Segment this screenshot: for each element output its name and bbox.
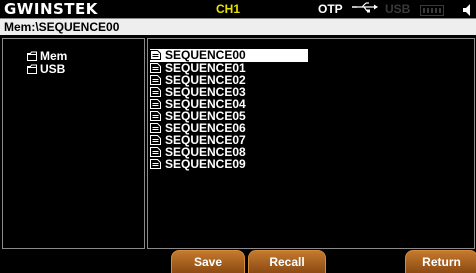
location-tree-panel[interactable]: Mem USB	[2, 38, 145, 249]
file-item-sequence09[interactable]: SEQUENCE09	[150, 158, 308, 171]
folder-icon	[27, 51, 37, 61]
brand-logo: GWINSTEK	[4, 0, 98, 18]
file-icon	[150, 99, 161, 109]
speaker-icon	[450, 3, 470, 16]
save-button[interactable]: Save	[171, 250, 245, 273]
recall-button[interactable]: Recall	[248, 250, 326, 273]
file-name: SEQUENCE09	[165, 157, 246, 171]
usb-status-label: USB	[385, 2, 411, 16]
file-icon	[150, 159, 161, 169]
file-icon	[150, 50, 161, 60]
file-icon	[150, 123, 161, 133]
tree-item-label: USB	[40, 62, 66, 76]
file-icon	[150, 63, 161, 73]
otp-indicator: OTP	[318, 2, 343, 16]
tree-item-usb[interactable]: USB	[27, 63, 65, 76]
file-icon	[150, 87, 161, 97]
channel-indicator: CH1	[216, 2, 241, 16]
path-bar: Mem:\SEQUENCE00	[0, 18, 476, 35]
file-name: SEQUENCE00	[165, 48, 246, 62]
lan-icon	[420, 3, 444, 16]
file-list-panel[interactable]: SEQUENCE00 SEQUENCE01 SEQUENCE02 SEQUENC…	[147, 38, 475, 249]
current-path: Mem:\SEQUENCE00	[4, 20, 120, 34]
tree-item-label: Mem	[40, 49, 68, 63]
status-bar: GWINSTEK CH1 OTP USB	[0, 0, 476, 18]
softkey-bar: Save Recall Return	[0, 250, 476, 273]
file-icon	[150, 135, 161, 145]
file-icon	[150, 111, 161, 121]
return-button[interactable]: Return	[405, 250, 476, 273]
file-icon	[150, 147, 161, 157]
folder-icon	[27, 64, 37, 74]
file-icon	[150, 75, 161, 85]
usb-connection-icon	[352, 1, 378, 16]
